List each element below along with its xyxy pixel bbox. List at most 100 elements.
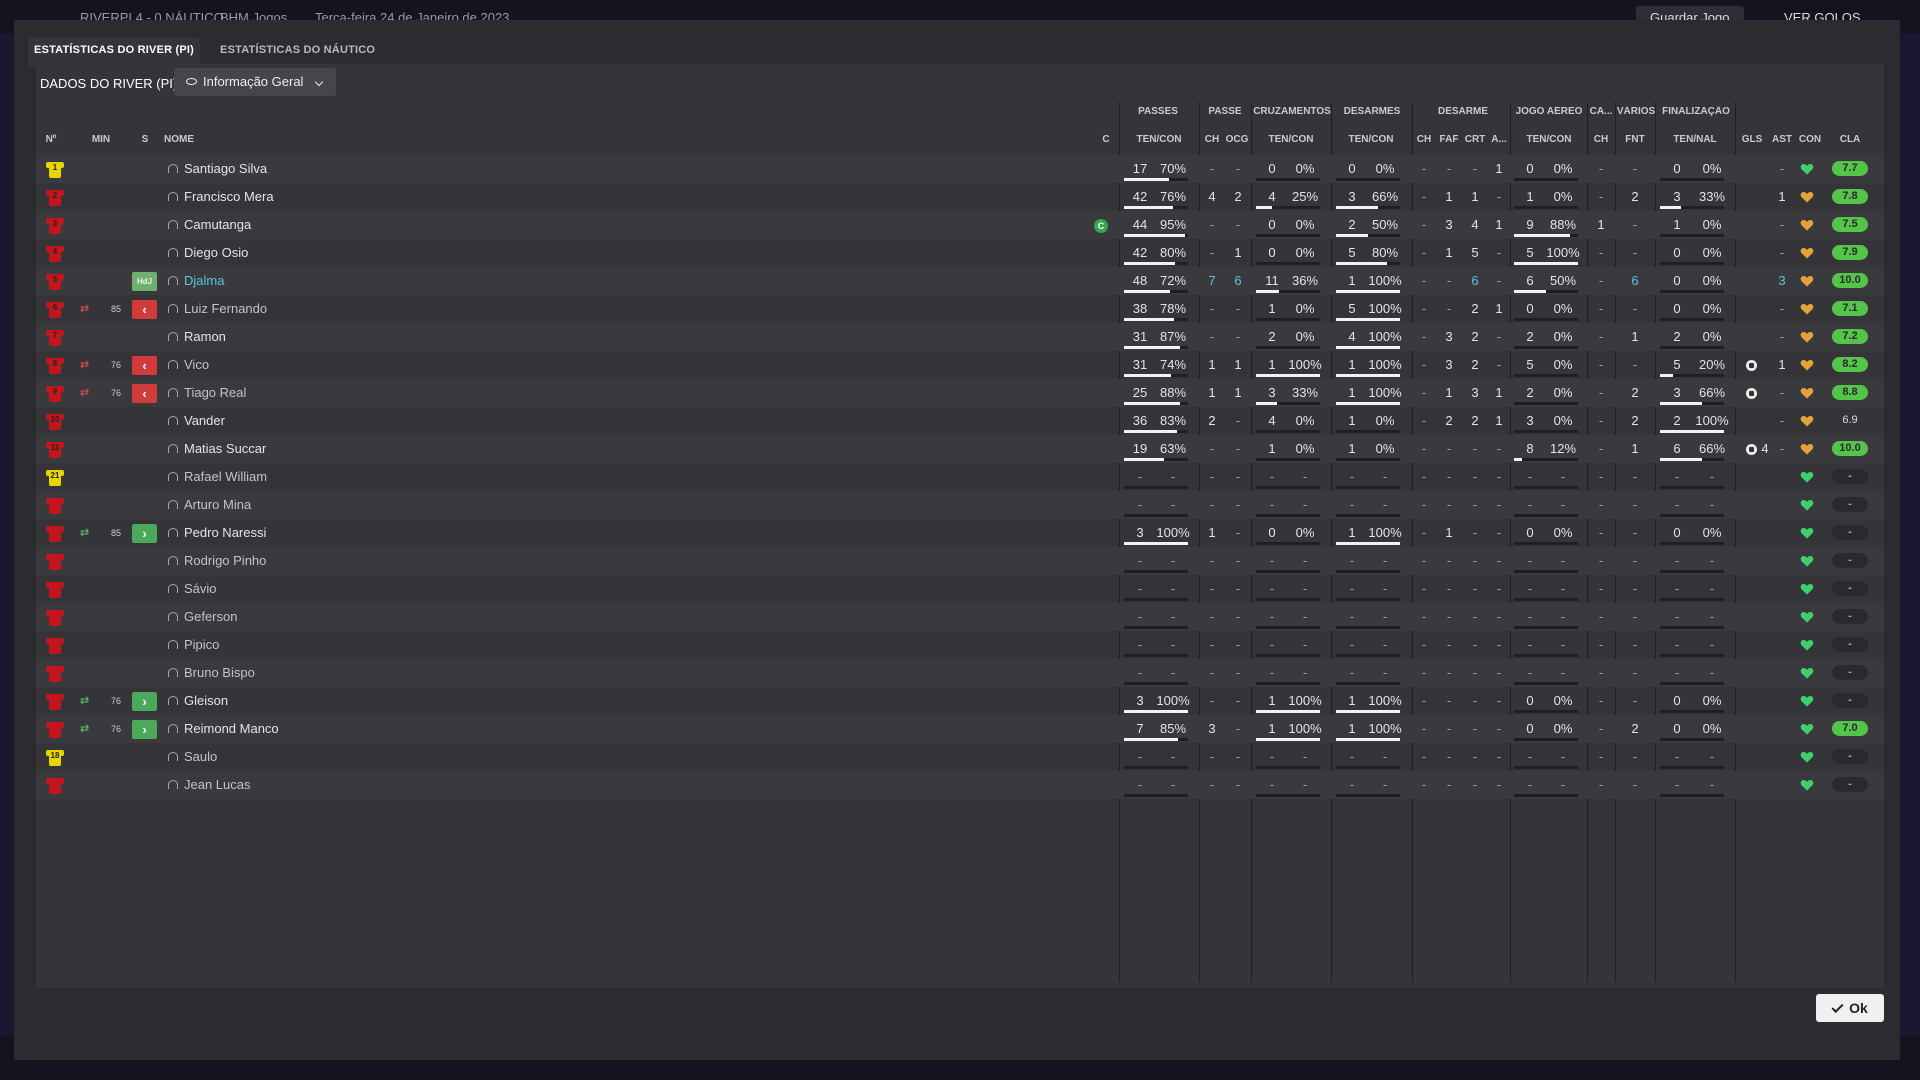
player-name[interactable]: Santiago Silva [184,155,267,183]
table-row[interactable]: 21 Rafael William - - - - - - - - - - - - - - - - - - - [36,463,1884,491]
table-row[interactable]: 9 ⇄ 76 ‹ Tiago Real 25 88% 1 1 3 33% 1 100% -1 3 1 2 0% -2… [36,379,1884,407]
view-dropdown[interactable]: Informação Geral [174,68,336,96]
table-row[interactable]: ⇄ 76 › Reimond Manco 7 85% 3-1 100% 1 100% - - - -0 0%… [36,715,1884,743]
col-d-ch[interactable]: CH [1414,134,1434,145]
col-ast[interactable]: AST [1770,134,1794,145]
desarme-ch: - [1421,581,1427,596]
player-name[interactable]: Rafael William [184,463,267,491]
table-row[interactable]: 8 ⇄ 76 ‹ Vico 31 74% 1 1 1 100% 1 100% -3 2-5 0% - -5 20% 1… [36,351,1884,379]
goal-ball-icon [1746,360,1757,371]
varios-fnt: - [1632,749,1638,764]
sub-minute: 76 [110,724,121,734]
passe-ch: - [1209,553,1215,568]
player-name[interactable]: Ramon [184,323,226,351]
player-name[interactable]: Arturo Mina [184,491,251,519]
table-row[interactable]: 3 Camutanga C 44 95% - -0 0% 2 50% -3 4 1 9 88% 1-1 0% -7… [36,211,1884,239]
player-name[interactable]: Francisco Mera [184,183,274,211]
col-d-a[interactable]: A... [1488,134,1510,145]
table-row[interactable]: 5 HdJ Djalma 48 72% 7 6 11 36% 1 100% - -6-6 50% -6 0 0%… [36,267,1884,295]
player-name[interactable]: Jean Lucas [184,771,251,799]
ok-button[interactable]: Ok [1816,994,1884,1022]
desarme-a: - [1496,777,1502,792]
tab-nautico-stats[interactable]: ESTATÍSTICAS DO NÁUTICO [214,38,381,66]
shots-bar-track [1660,514,1724,517]
sub-minute: 76 [110,388,121,398]
desarme-a: 1 [1495,301,1503,316]
assists [1770,715,1794,743]
desarme-faf: - [1446,273,1452,288]
col-passe-ch[interactable]: CH [1202,134,1222,145]
check-icon [1831,1000,1844,1014]
col-fin-ten[interactable]: TEN/NAL [1660,134,1730,145]
table-row[interactable]: Bruno Bispo - - - - - - - - - - - - - - - - - - - [36,659,1884,687]
col-nome[interactable]: NOME [164,134,194,145]
person-icon [167,612,178,622]
col-des-ten[interactable]: TEN/CON [1338,134,1404,145]
col-cruz-ten[interactable]: TEN/CON [1258,134,1324,145]
player-name[interactable]: Matias Succar [184,435,266,463]
col-gls[interactable]: GLS [1740,134,1764,145]
player-name[interactable]: Rodrigo Pinho [184,547,266,575]
table-row[interactable]: Sávio - - - - - - - - - - - - - - - - - - - [36,575,1884,603]
player-name[interactable]: Geferson [184,603,237,631]
col-passe-ocg[interactable]: OCG [1224,134,1250,145]
table-row[interactable]: 18 Saulo - - - - - - - - - - - - - - - - - - - [36,743,1884,771]
table-row[interactable]: 1 Santiago Silva 17 70% - -0 0% 0 0% - - -1 0 0% - -0 0%… [36,155,1884,183]
table-row[interactable]: Pipico - - - - - - - - - - - - - - - - - - - [36,631,1884,659]
col-var-fnt[interactable]: FNT [1622,134,1648,145]
passe-ch: - [1209,749,1215,764]
col-s[interactable]: S [140,134,150,145]
table-row[interactable]: 4 Diego Osio 42 80% -1 0 0% 5 80% -1 5-5 100% - -0 0% -… [36,239,1884,267]
condition-heart-icon [1800,414,1814,428]
player-name[interactable]: Pedro Naressi [184,519,266,547]
player-name[interactable]: Sávio [184,575,217,603]
col-con[interactable]: CON [1796,134,1824,145]
col-passes-ten[interactable]: TEN/CON [1126,134,1192,145]
table-row[interactable]: ⇄ 85 › Pedro Naressi 3 100% 1-0 0% 1 100% -1- -0 0% -… [36,519,1884,547]
aerial-bar-track [1514,374,1578,377]
desarme-a: - [1496,441,1502,456]
ca-ch: - [1598,637,1604,652]
col-c[interactable]: C [1100,134,1112,145]
player-name[interactable]: Reimond Manco [184,715,279,743]
player-name[interactable]: Saulo [184,743,217,771]
player-name[interactable]: Vander [184,407,225,435]
table-row[interactable]: 7 Ramon 31 87% - -2 0% 4 100% -3 2-2 0% -1 2 0% -7.2 [36,323,1884,351]
table-row[interactable]: Jean Lucas - - - - - - - - - - - - - - - - - - - [36,771,1884,799]
desarme-crt: - [1472,469,1478,484]
col-cla[interactable]: CLA [1832,134,1868,145]
crosses-bar-track [1256,626,1320,629]
table-row[interactable]: 10 Vander 36 83% 2-4 0% 1 0% -2 2 1 3 0% -2 2 100% -6.9 [36,407,1884,435]
col-no[interactable]: Nº [44,134,58,145]
player-name[interactable]: Djalma [184,267,224,295]
player-name[interactable]: Camutanga [184,211,251,239]
player-name[interactable]: Vico [184,351,209,379]
subbed-on-icon: › [132,720,157,739]
player-name[interactable]: Bruno Bispo [184,659,255,687]
col-d-faf[interactable]: FAF [1438,134,1460,145]
desarme-a: - [1496,497,1502,512]
player-name[interactable]: Pipico [184,631,219,659]
player-name[interactable]: Luiz Fernando [184,295,267,323]
player-name[interactable]: Gleison [184,687,228,715]
player-name[interactable]: Diego Osio [184,239,248,267]
table-row[interactable]: 6 ⇄ 85 ‹ Luiz Fernando 38 78% - -1 0% 5 100% - -2 1 0 0%… [36,295,1884,323]
aerial-bar-track [1514,430,1578,433]
col-ja-ten[interactable]: TEN/CON [1516,134,1582,145]
col-ca-ch[interactable]: CH [1590,134,1612,145]
varios-fnt: - [1632,777,1638,792]
table-row[interactable]: Rodrigo Pinho - - - - - - - - - - - - - - - - - - - [36,547,1884,575]
shots-bar-track [1660,234,1724,237]
player-name[interactable]: Tiago Real [184,379,246,407]
aerial-bar-track [1514,542,1578,545]
passe-ocg: - [1235,217,1241,232]
tab-river-stats[interactable]: ESTATÍSTICAS DO RIVER (PI) [28,38,201,66]
table-row[interactable]: Arturo Mina - - - - - - - - - - - - - - - - - - - [36,491,1884,519]
table-row[interactable]: 2 Francisco Mera 42 76% 4 2 4 25% 3 66% -1 1-1 0% -2 3… [36,183,1884,211]
table-row[interactable]: Geferson - - - - - - - - - - - - - - - - - - - [36,603,1884,631]
col-d-crt[interactable]: CRT [1463,134,1487,145]
col-min[interactable]: MIN [90,134,112,145]
person-icon [167,388,178,398]
table-row[interactable]: ⇄ 76 › Gleison 3 100% - -1 100% 1 100% - - - -0 0% - -0 0%… [36,687,1884,715]
table-row[interactable]: 11 Matias Succar 19 63% - -1 0% 1 0% - - - -8 12% -1 6 6… [36,435,1884,463]
